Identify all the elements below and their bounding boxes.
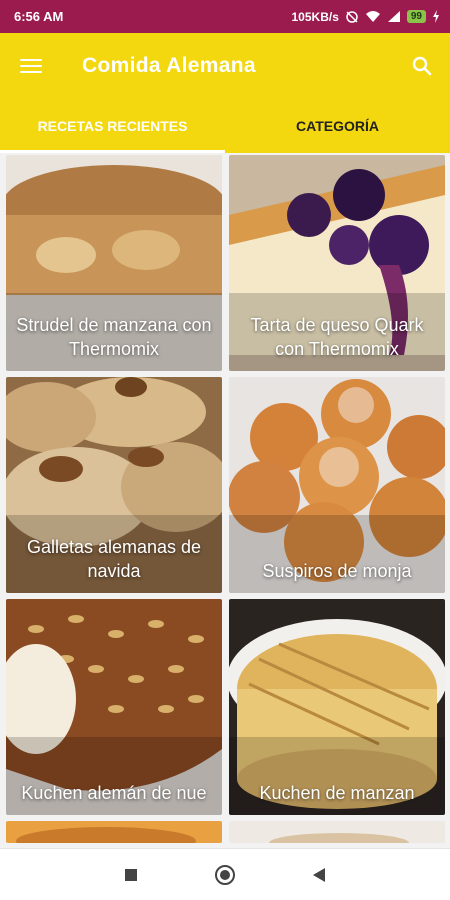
wifi-icon (365, 11, 380, 22)
recipe-title: Suspiros de monja (229, 515, 445, 593)
recipe-title: Strudel de manzana con Thermomix (6, 293, 222, 371)
status-bar: 6:56 AM 105KB/s 99 (0, 0, 450, 33)
app-bar: Comida Alemana (0, 33, 450, 98)
recipe-image (6, 821, 222, 843)
alarm-off-icon (346, 10, 358, 23)
system-nav-bar (0, 848, 450, 900)
recipe-card-galletas[interactable]: Galletas alemanas de navida (6, 377, 222, 593)
recipe-card-suspiros[interactable]: Suspiros de monja (229, 377, 445, 593)
recipe-title: Kuchen alemán de nue (6, 737, 222, 815)
signal-icon (387, 11, 400, 22)
recipe-card-kuchen-nueces[interactable]: Kuchen alemán de nue (6, 599, 222, 815)
recipe-title: Kuchen de manzan (229, 737, 445, 815)
recipe-card-partial-left[interactable] (6, 821, 222, 843)
circle-icon[interactable] (213, 863, 237, 887)
recipe-card-kuchen-manzana[interactable]: Kuchen de manzan (229, 599, 445, 815)
status-time: 6:56 AM (14, 9, 64, 24)
battery-icon: 99 (406, 10, 426, 23)
recipe-title: Galletas alemanas de navida (6, 515, 222, 593)
recipe-card-tarta-queso[interactable]: Tarta de queso Quark con Thermomix (229, 155, 445, 371)
menu-icon[interactable] (20, 54, 44, 78)
recipe-card-partial-right[interactable] (229, 821, 445, 843)
recipe-title: Tarta de queso Quark con Thermomix (229, 293, 445, 371)
tab-categoria[interactable]: CATEGORÍA (225, 98, 450, 153)
app-title: Comida Alemana (82, 53, 256, 77)
status-indicators: 105KB/s 99 (292, 10, 441, 24)
charging-icon (433, 10, 439, 23)
tab-recetas-recientes[interactable]: RECETAS RECIENTES (0, 98, 225, 153)
search-icon[interactable] (410, 54, 434, 78)
recipe-card-strudel[interactable]: Strudel de manzana con Thermomix (6, 155, 222, 371)
tab-bar: RECETAS RECIENTES CATEGORÍA (0, 98, 450, 153)
square-icon[interactable] (119, 863, 143, 887)
triangle-back-icon[interactable] (307, 863, 331, 887)
recipe-grid: Strudel de manzana con Thermomix Tarta d… (6, 155, 446, 843)
recipe-image (229, 821, 445, 843)
network-speed: 105KB/s (291, 9, 339, 24)
